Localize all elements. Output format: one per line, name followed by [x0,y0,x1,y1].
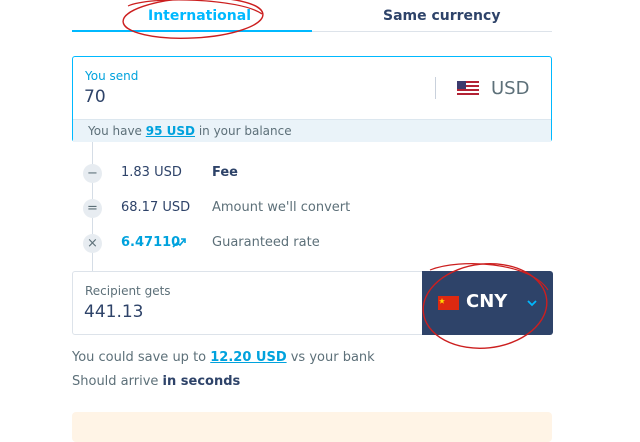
arrival-time: in seconds [162,374,241,389]
balance-strip: You have 95 USD in your balance [73,119,551,142]
fee-label[interactable]: Fee [212,165,238,180]
minus-icon: − [83,164,102,183]
arrival-prefix: Should arrive [72,374,163,389]
recipient-currency-label: CNY [466,291,508,312]
send-currency-select[interactable]: USD [491,78,529,99]
savings-prefix: You could save up to [72,350,211,365]
active-tab-indicator [72,30,312,32]
balance-text: You have 95 USD in your balance [88,124,292,138]
savings-suffix: vs your bank [286,350,375,365]
recipient-amount-input[interactable]: 441.13 [84,302,143,322]
convert-value: 68.17 USD [121,200,191,215]
multiply-icon: × [83,234,102,253]
send-amount-field[interactable]: You send 70 USD You have 95 USD in your … [72,56,552,142]
tab-same-currency[interactable]: Same currency [383,8,500,24]
savings-text: You could save up to 12.20 USD vs your b… [72,350,375,365]
field-divider [435,77,436,99]
china-flag-icon [438,296,459,310]
recipient-currency-select[interactable]: CNY [422,271,553,335]
arrival-text: Should arrive in seconds [72,374,240,389]
us-flag-icon [457,81,479,95]
transfer-type-tabs: International Same currency [72,0,552,34]
send-label: You send [85,69,139,83]
balance-suffix: in your balance [195,124,292,138]
savings-link[interactable]: 12.20 USD [210,350,286,365]
fee-row: − 1.83 USD Fee [72,162,552,186]
tab-international[interactable]: International [148,8,251,24]
balance-prefix: You have [88,124,146,138]
rate-label: Guaranteed rate [212,235,320,250]
rate-row: × 6.47110 Guaranteed rate [72,232,552,256]
convert-label: Amount we'll convert [212,200,351,215]
fee-value: 1.83 USD [121,165,182,180]
equals-icon: = [83,199,102,218]
recipient-label: Recipient gets [85,284,171,298]
balance-link[interactable]: 95 USD [146,124,195,138]
convert-row: = 68.17 USD Amount we'll convert [72,197,552,221]
tab-divider [312,31,552,32]
chevron-down-icon [527,300,537,307]
send-amount-input[interactable]: 70 [84,87,106,107]
recipient-amount-field[interactable]: Recipient gets 441.13 CNY [72,271,553,335]
info-banner [72,412,552,442]
trend-up-icon [172,238,186,248]
fee-breakdown: − 1.83 USD Fee = 68.17 USD Amount we'll … [72,142,552,272]
